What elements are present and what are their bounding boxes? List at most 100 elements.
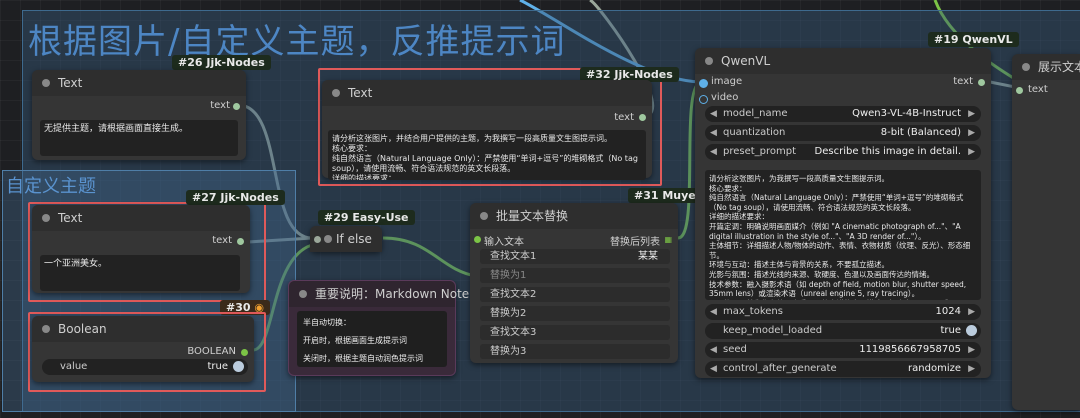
node29-input-port[interactable] (314, 236, 321, 243)
markdown-note-node[interactable]: 重要说明：Markdown Note 半自动切换： 开启时，根据画面生成提示词 … (288, 280, 469, 376)
qwenvl-title: QwenVL (695, 48, 991, 74)
qwenvl-node[interactable]: QwenVL image video text ◀ model_name Qwen3… (695, 48, 991, 378)
model-name-select[interactable]: ◀ model_name Qwen3-VL-4B-Instruct ▶ (705, 106, 981, 122)
node27-title: Text (32, 205, 250, 231)
node30-collapse-dot[interactable] (42, 325, 50, 333)
quantization-value: 8-bit (Balanced) (880, 127, 961, 138)
preset-prompt-label: preset_prompt (723, 146, 797, 157)
node32[interactable]: Text text 请分析这张图片，并结合用户提供的主题，为我撰写一段高质量文生… (322, 80, 652, 180)
node31-output-label: 替换后列表 (610, 237, 660, 248)
seed-stepper[interactable]: ◀ seed 1119856667958705 ▶ (705, 342, 981, 358)
row-1-label: 查找文本1 (490, 251, 537, 262)
node26-collapse-dot[interactable] (42, 79, 50, 87)
note-line-1: 半自动切换： (303, 318, 351, 327)
node30-title: Boolean (32, 316, 254, 342)
node31-input-port[interactable] (474, 236, 481, 243)
node19-badge: #19 QwenVL (928, 32, 1019, 47)
node29[interactable]: If else (310, 226, 382, 252)
keep-model-loaded-label: keep_model_loaded (723, 325, 823, 336)
node30-value-widget[interactable]: value true (42, 359, 248, 375)
node26-textarea[interactable]: 无提供主题，请根据画面直接生成。 (40, 120, 238, 156)
group-custom-title: 自定义主题 (6, 176, 96, 197)
show-text-input-port[interactable] (1016, 87, 1023, 94)
seed-label: seed (723, 344, 747, 355)
qwenvl-output-port[interactable] (978, 79, 985, 86)
node31[interactable]: 批量文本替换 输入文本 替换后列表 ▦ 查找文本1 某某 替换为1 查找文本2 替… (470, 203, 678, 363)
toggle-knob-icon (233, 361, 244, 372)
node29-collapse-dot[interactable] (324, 235, 332, 243)
node26-output-port[interactable] (233, 103, 240, 110)
node30-output-label: BOOLEAN (187, 346, 236, 357)
node32-collapse-dot[interactable] (332, 89, 340, 97)
node31-row-5[interactable]: 查找文本3 (480, 325, 670, 340)
row-3-label: 查找文本2 (490, 289, 537, 300)
node32-output-port[interactable] (639, 114, 646, 121)
row-5-label: 查找文本3 (490, 327, 537, 338)
note-title: 重要说明：Markdown Note (289, 281, 469, 307)
node32-title: Text (322, 80, 652, 106)
node26-output-label: text (210, 100, 230, 111)
node26[interactable]: Text text 无提供主题，请根据画面直接生成。 (32, 70, 246, 160)
node32-textarea[interactable]: 请分析这张图片，并结合用户提供的主题，为我撰写一段高质量文生图提示词。 核心要求… (328, 130, 646, 180)
node30-widget-label: value (60, 361, 88, 372)
node27[interactable]: Text text 一个亚洲美女。 (32, 205, 250, 293)
row-2-label: 替换为1 (490, 270, 527, 281)
keep-model-loaded-value: true (940, 325, 961, 336)
node31-input-label: 输入文本 (484, 237, 524, 248)
max-tokens-label: max_tokens (723, 306, 783, 317)
node31-badge: #31 Muye (628, 188, 702, 203)
qwenvl-collapse-dot[interactable] (705, 57, 713, 65)
row-1-value: 某某 (638, 251, 658, 262)
control-after-generate-label: control_after_generate (723, 363, 837, 374)
node27-output-label: text (212, 235, 232, 246)
node30[interactable]: Boolean BOOLEAN value true (32, 316, 254, 382)
qwenvl-image-label: image (711, 76, 743, 87)
node27-output-port[interactable] (237, 238, 244, 245)
list-output-icon[interactable]: ▦ (664, 235, 672, 244)
control-after-generate-select[interactable]: ◀ control_after_generate randomize ▶ (705, 361, 981, 377)
node27-collapse-dot[interactable] (42, 214, 50, 222)
qwenvl-video-port[interactable] (699, 95, 708, 104)
qwenvl-output-label: text (953, 76, 973, 87)
node31-row-3[interactable]: 查找文本2 (480, 287, 670, 302)
model-name-label: model_name (723, 108, 788, 119)
node27-textarea[interactable]: 一个亚洲美女。 (40, 255, 240, 291)
preset-prompt-select[interactable]: ◀ preset_prompt Describe this image in det… (705, 144, 981, 160)
node31-row-2[interactable]: 替换为1 (480, 268, 670, 283)
show-text-input-label: text (1028, 84, 1048, 95)
model-name-value: Qwen3-VL-4B-Instruct (852, 108, 961, 119)
node26-badge: #26 Jjk-Nodes (172, 55, 271, 70)
node29-badge: #29 Easy-Use (318, 210, 415, 225)
node27-badge: #27 Jjk-Nodes (186, 190, 285, 205)
row-4-label: 替换为2 (490, 308, 527, 319)
note-line-2: 开启时，根据画面生成提示词 (303, 336, 407, 345)
keep-model-loaded-toggle[interactable]: keep_model_loaded true (705, 323, 981, 339)
note-collapse-dot[interactable] (299, 290, 307, 298)
group-main-title: 根据图片/自定义主题，反推提示词 (28, 22, 566, 62)
node31-collapse-dot[interactable] (480, 212, 488, 220)
note-line-3: 关闭时，根据主题自动润色提示词 (303, 354, 423, 363)
quantization-label: quantization (723, 127, 786, 138)
node30-output-port[interactable] (241, 349, 248, 356)
node31-row-4[interactable]: 替换为2 (480, 306, 670, 321)
quantization-select[interactable]: ◀ quantization 8-bit (Balanced) ▶ (705, 125, 981, 141)
qwenvl-image-port[interactable] (699, 79, 708, 88)
max-tokens-stepper[interactable]: ◀ max_tokens 1024 ▶ (705, 304, 981, 320)
node26-title: Text (32, 70, 246, 96)
node31-row-1[interactable]: 查找文本1 某某 (480, 249, 670, 264)
toggle-knob-icon (966, 325, 977, 336)
note-body: 半自动切换： 开启时，根据画面生成提示词 关闭时，根据主题自动润色提示词 (297, 311, 447, 367)
custom-prompt-textarea[interactable]: 请分析这张图片，为我撰写一段高质量文生图提示词。 核心要求： 纯自然语言（Nat… (705, 170, 981, 300)
node31-row-6[interactable]: 替换为3 (480, 344, 670, 359)
row-6-label: 替换为3 (490, 346, 527, 357)
show-text-collapse-dot[interactable] (1022, 63, 1030, 71)
show-text-node[interactable]: 展示文本 text (1012, 54, 1080, 410)
node32-output-label: text (614, 112, 634, 123)
qwenvl-video-label: video (711, 92, 739, 103)
preset-prompt-value: Describe this image in detail. (814, 146, 961, 157)
node31-title: 批量文本替换 (470, 203, 678, 229)
control-after-generate-value: randomize (908, 363, 961, 374)
max-tokens-value: 1024 (935, 306, 961, 317)
node30-widget-value: true (207, 361, 228, 372)
seed-value: 1119856667958705 (859, 344, 961, 355)
